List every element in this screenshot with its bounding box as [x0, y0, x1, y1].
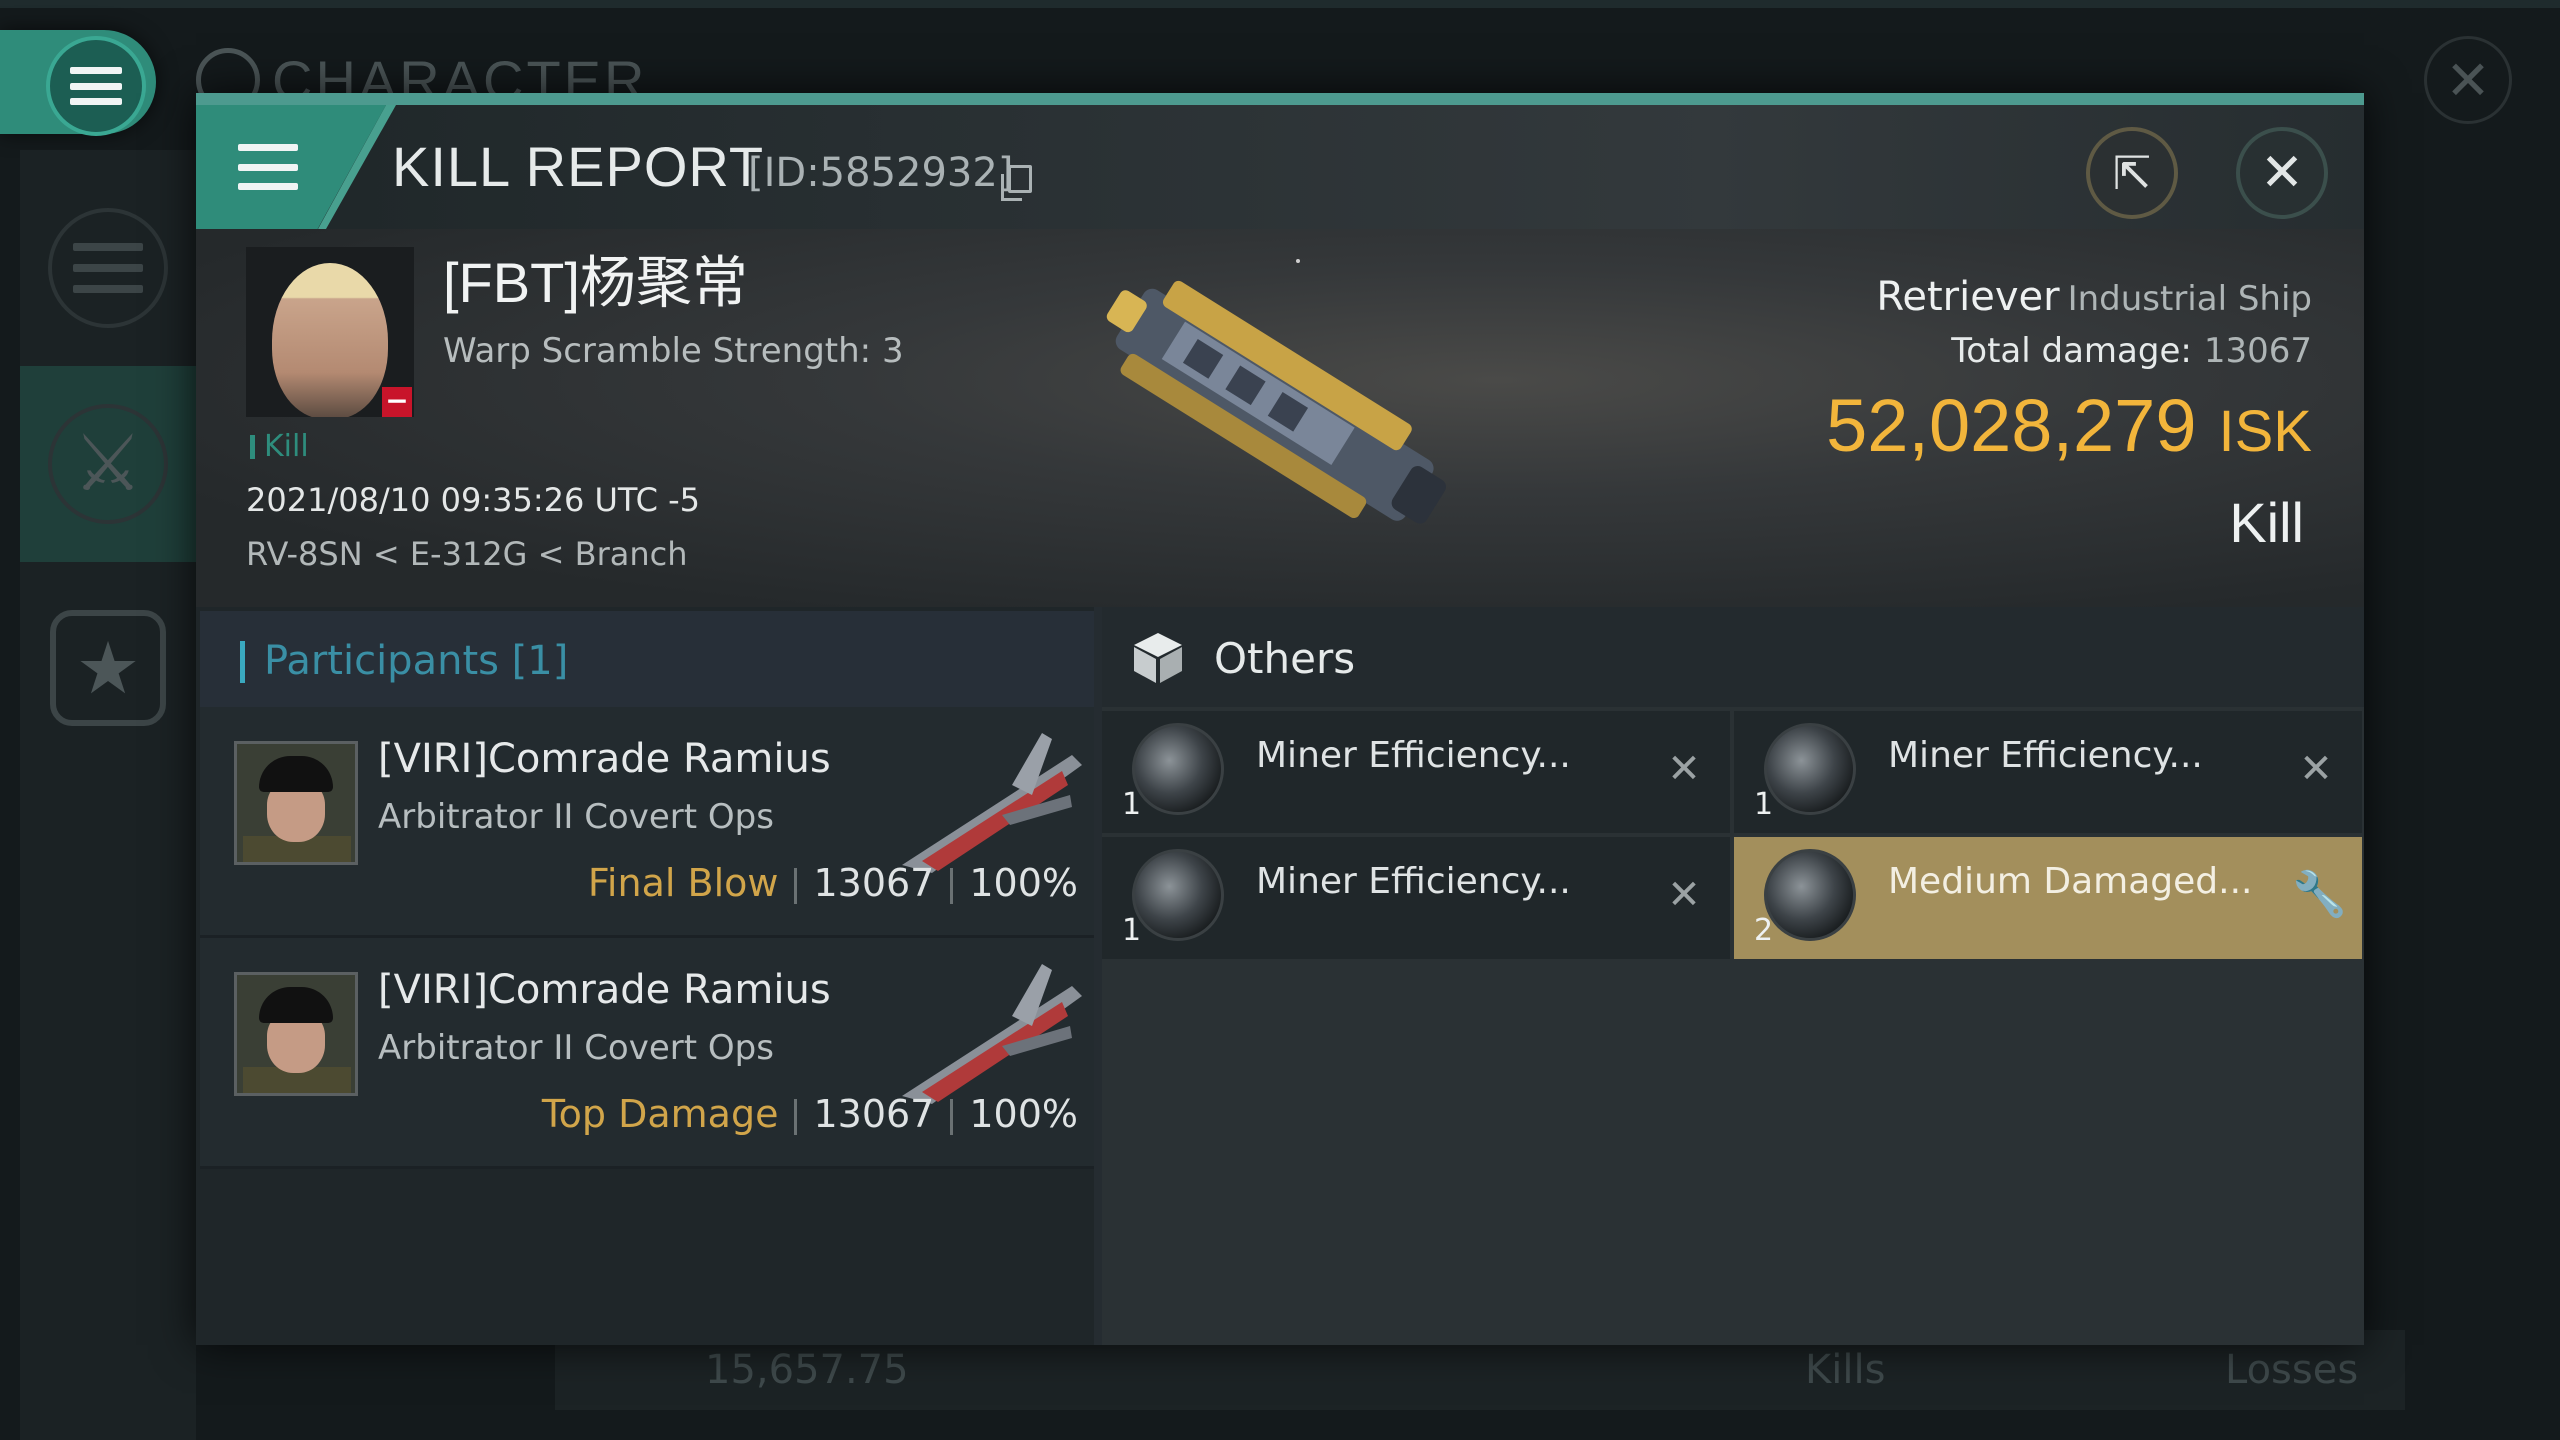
share-icon: ⇱: [2112, 146, 2152, 200]
dialog-header: KILL REPORT [ID:5852932] ⇱ ✕: [196, 105, 2364, 229]
sidebar-item-menu[interactable]: [20, 170, 196, 366]
module-icon: [1764, 723, 1856, 815]
victim-ship-name[interactable]: Retriever: [1876, 274, 2059, 320]
item-row[interactable]: 1 Miner Efficiency... ✕: [1734, 711, 2362, 833]
kill-id: [ID:5852932]: [748, 150, 1014, 196]
module-icon: [1132, 849, 1224, 941]
divider: [950, 867, 954, 904]
star-icon: ★: [50, 610, 166, 726]
list-icon: [73, 243, 143, 293]
destroyed-icon: ✕: [1667, 872, 1701, 918]
item-quantity: 1: [1122, 913, 1142, 948]
item-name: Medium Damaged...: [1888, 861, 2253, 902]
participants-panel: Participants [1] [VIRI]Comrade Ramius Ar…: [196, 607, 1094, 1345]
isk-value-line: 52,028,279 ISK: [1826, 381, 2312, 471]
close-button[interactable]: ✕: [2236, 127, 2328, 219]
item-row[interactable]: 1 Miner Efficiency... ✕: [1102, 711, 1730, 833]
participant-ship-image[interactable]: [892, 725, 1082, 875]
victim-summary: − [FBT]杨聚常 Warp Scramble Strength: 3 Kil…: [196, 229, 2364, 607]
others-title: Others: [1214, 634, 1356, 683]
participant-role: Final Blow: [587, 861, 779, 905]
module-icon: [1132, 723, 1224, 815]
copy-icon[interactable]: [1001, 165, 1032, 201]
divider: [794, 1098, 798, 1135]
kill-tag-bar: [250, 435, 255, 459]
others-panel: Others 1 Miner Efficiency... ✕ 1 Miner E…: [1102, 607, 2364, 1345]
total-damage-label: Total damage:: [1951, 331, 2192, 371]
close-icon: ✕: [2260, 143, 2304, 203]
background-close-button[interactable]: ✕: [2424, 36, 2512, 124]
participant-portrait[interactable]: [234, 972, 358, 1096]
item-name: Miner Efficiency...: [1256, 735, 1571, 776]
divider: [794, 867, 798, 904]
total-damage-line: Total damage: 13067: [1951, 325, 2312, 377]
victim-name[interactable]: [FBT]杨聚常: [443, 247, 748, 319]
participant-ship: Arbitrator II Covert Ops: [378, 797, 774, 837]
close-icon: ✕: [2445, 48, 2491, 112]
participant-stats: Final Blow 13067 100%: [588, 855, 1078, 911]
participant-row[interactable]: [VIRI]Comrade Ramius Arbitrator II Cover…: [200, 938, 1094, 1169]
hostile-badge: −: [382, 387, 412, 417]
cargo-box-icon: [1134, 633, 1182, 683]
item-quantity: 2: [1754, 913, 1774, 948]
dialog-title: KILL REPORT: [392, 135, 765, 198]
sidebar-item-favorites[interactable]: ★: [20, 570, 196, 766]
item-quantity: 1: [1122, 787, 1142, 822]
dialog-top-accent: [196, 93, 2364, 105]
isk-value: 52,028,279: [1826, 384, 2197, 467]
participant-row[interactable]: [VIRI]Comrade Ramius Arbitrator II Cover…: [200, 707, 1094, 938]
item-row[interactable]: 1 Miner Efficiency... ✕: [1102, 837, 1730, 959]
participant-portrait[interactable]: [234, 741, 358, 865]
kill-report-dialog: KILL REPORT [ID:5852932] ⇱ ✕ − [FBT]杨聚常 …: [196, 93, 2364, 1345]
kill-timestamp: 2021/08/10 09:35:26 UTC -5: [246, 481, 701, 519]
victim-ship-line: Retriever Industrial Ship: [1876, 269, 2312, 325]
wrench-icon: 🔧: [2292, 869, 2347, 920]
victim-ship-image[interactable]: [1062, 249, 1482, 569]
kill-tag: Kill: [264, 429, 309, 464]
background-sidebar: ⚔ ★: [20, 150, 196, 1440]
victim-ship-class: Industrial Ship: [2067, 279, 2312, 319]
top-strip: [0, 0, 2560, 8]
destroyed-icon: ✕: [2299, 746, 2333, 792]
share-button[interactable]: ⇱: [2086, 127, 2178, 219]
item-name: Miner Efficiency...: [1256, 861, 1571, 902]
participant-ship: Arbitrator II Covert Ops: [378, 1028, 774, 1068]
participant-stats: Top Damage 13067 100%: [542, 1086, 1078, 1142]
participant-percent: 100%: [969, 861, 1078, 905]
participant-damage: 13067: [813, 861, 935, 905]
divider: [950, 1098, 954, 1135]
crossed-swords-icon: ⚔: [48, 404, 168, 524]
hamburger-icon: [70, 67, 122, 105]
participant-ship-image[interactable]: [892, 956, 1082, 1106]
module-icon: [1764, 849, 1856, 941]
participants-tab-indicator: [240, 641, 245, 683]
participant-name: [VIRI]Comrade Ramius: [378, 967, 831, 1013]
participant-name: [VIRI]Comrade Ramius: [378, 736, 831, 782]
kill-location[interactable]: RV-8SN < E-312G < Branch: [246, 531, 687, 577]
total-damage-value: 13067: [2203, 331, 2312, 371]
participant-percent: 100%: [969, 1092, 1078, 1136]
destroyed-icon: ✕: [1667, 746, 1701, 792]
portrait-face: [272, 263, 388, 417]
item-row[interactable]: 2 Medium Damaged... 🔧: [1734, 837, 2362, 959]
participant-role: Top Damage: [541, 1092, 779, 1136]
item-name: Miner Efficiency...: [1888, 735, 2203, 776]
others-header: Others: [1102, 607, 2364, 707]
participant-damage: 13067: [813, 1092, 935, 1136]
item-quantity: 1: [1754, 787, 1774, 822]
list-icon: [238, 144, 298, 190]
result-label: Kill: [2229, 491, 2304, 554]
warp-scramble-strength: Warp Scramble Strength: 3: [443, 331, 904, 371]
main-menu-button[interactable]: [0, 30, 156, 136]
isk-unit: ISK: [2218, 399, 2313, 464]
participants-title: Participants [1]: [264, 638, 569, 684]
participants-tab[interactable]: Participants [1]: [200, 611, 1094, 707]
sidebar-item-combat[interactable]: ⚔: [20, 366, 196, 562]
